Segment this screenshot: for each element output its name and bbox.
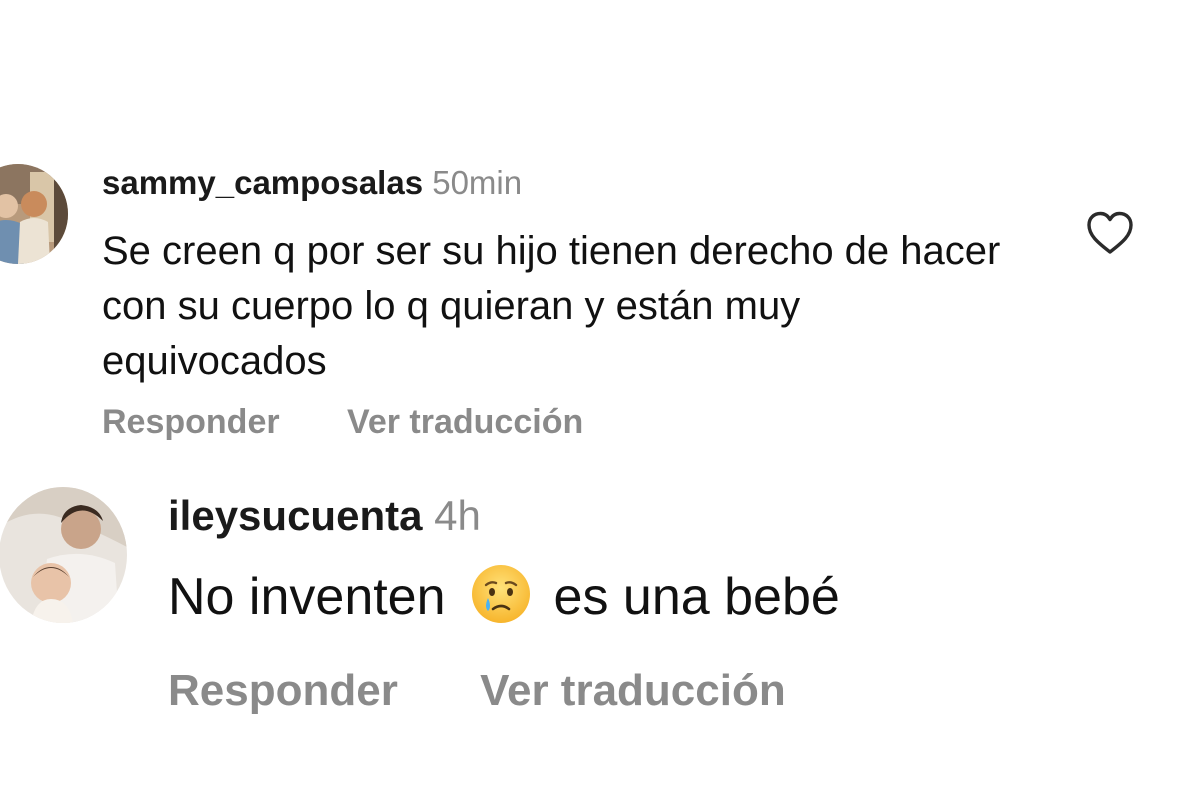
heart-outline-icon[interactable] xyxy=(1085,210,1135,256)
comment-text: Se creen q por ser su hijo tienen derech… xyxy=(102,229,1001,383)
comment-timestamp: 4h xyxy=(434,492,481,539)
user-avatar[interactable] xyxy=(0,487,127,623)
reply-button[interactable]: Responder xyxy=(102,403,280,440)
comment-text-end: es una bebé xyxy=(553,568,840,626)
user-avatar[interactable] xyxy=(0,164,68,264)
see-translation-button[interactable]: Ver traducción xyxy=(347,403,583,440)
comment-actions: Responder Ver traducción xyxy=(168,666,786,716)
comment-text-start: No inventen xyxy=(168,568,446,626)
avatar-photo xyxy=(0,487,127,623)
comment-item: ileysucuenta 4h No inventen es una bebé xyxy=(0,470,1200,795)
crying-face-emoji xyxy=(466,562,536,626)
reply-button[interactable]: Responder xyxy=(168,666,398,716)
comment-text: No inventen es una bebé xyxy=(168,562,840,632)
comment-actions: Responder Ver traducción xyxy=(102,403,583,440)
comment-username[interactable]: ileysucuenta xyxy=(168,492,422,539)
comment-header: ileysucuenta 4h xyxy=(168,492,481,540)
comment-item: sammy_camposalas 50min Se creen q por se… xyxy=(0,150,1200,440)
comment-username[interactable]: sammy_camposalas xyxy=(102,164,423,201)
avatar-photo xyxy=(0,164,68,264)
comment-timestamp: 50min xyxy=(432,164,523,201)
see-translation-button[interactable]: Ver traducción xyxy=(480,666,786,716)
comment-header: sammy_camposalas 50min xyxy=(102,164,522,202)
